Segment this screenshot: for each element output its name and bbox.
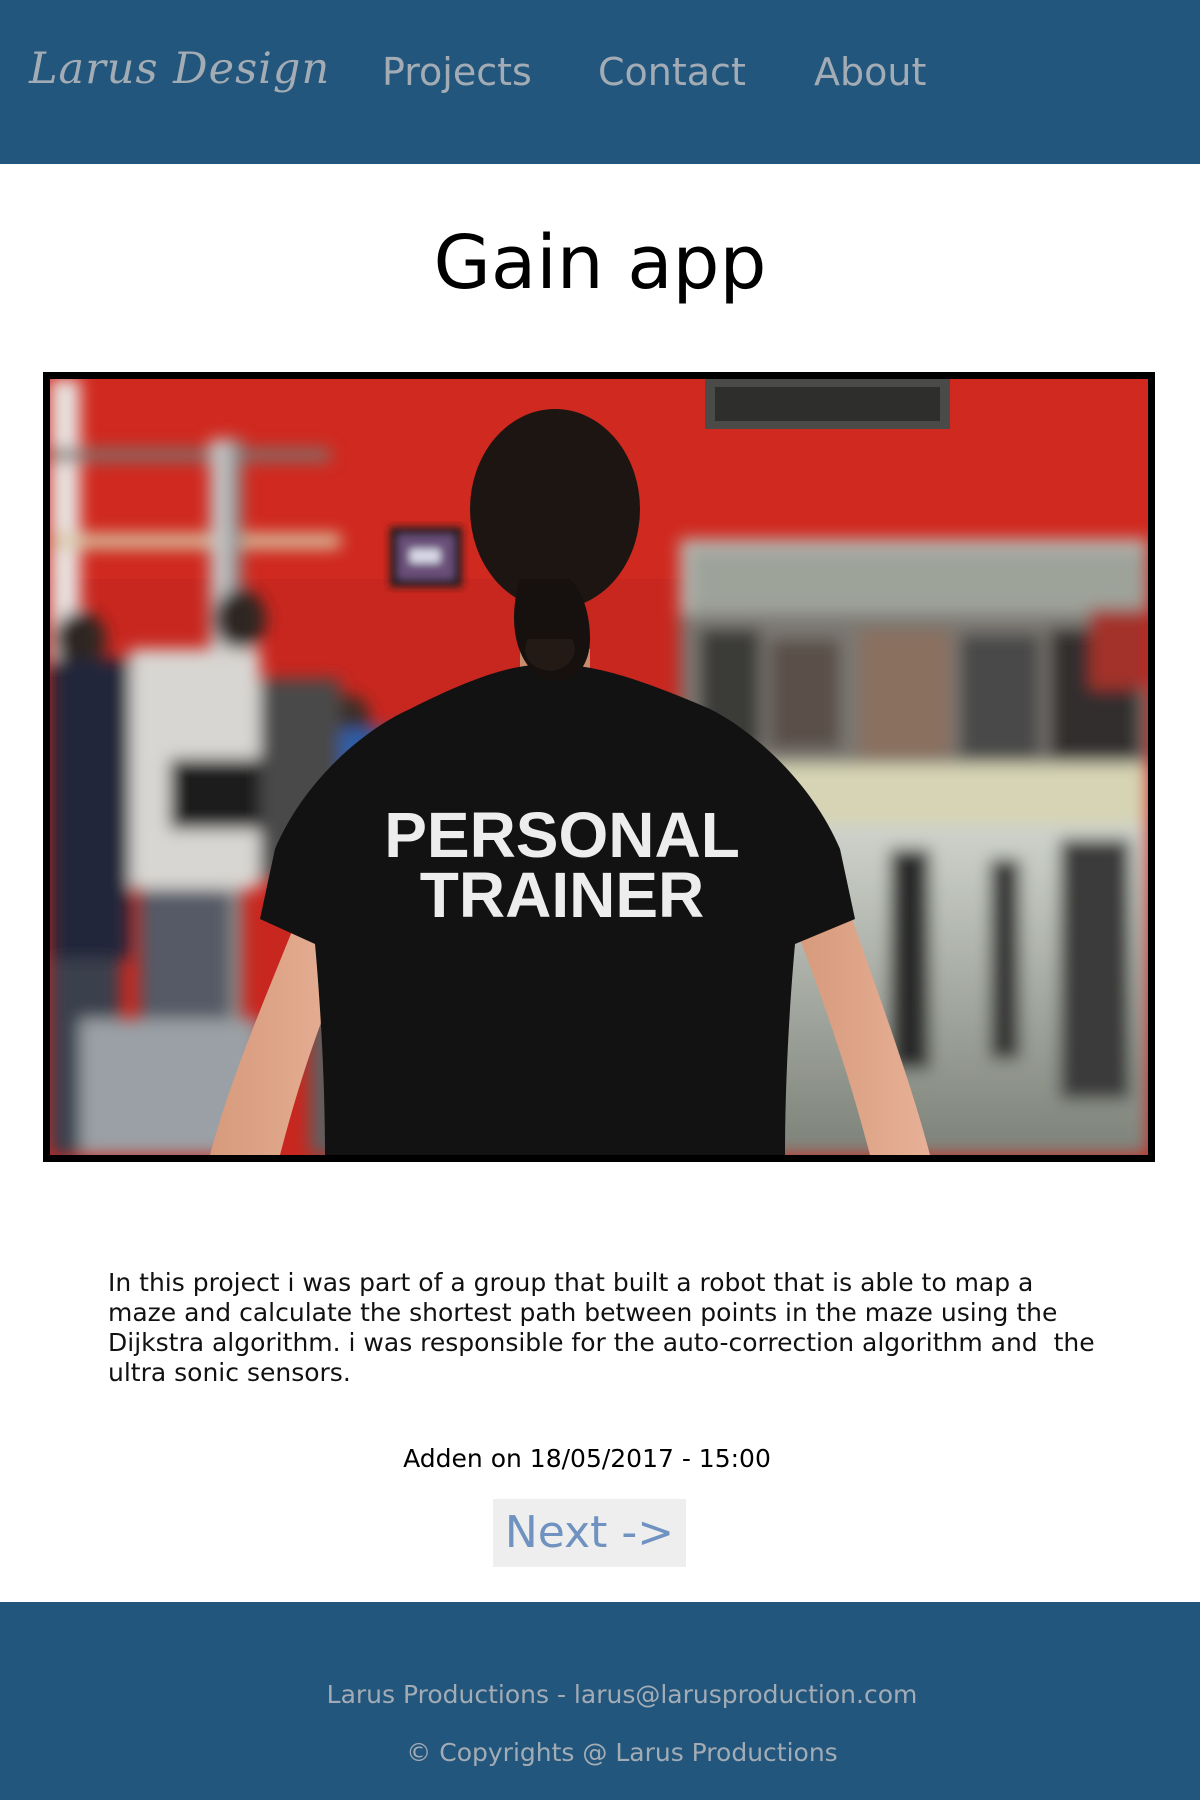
site-header: Larus Design Projects Contact About [0, 0, 1200, 164]
footer-contact: Larus Productions - larus@larusproductio… [326, 1680, 918, 1709]
personal-trainer-photo: PERSONAL TRAINER [50, 379, 1148, 1155]
site-footer: Larus Productions - larus@larusproductio… [0, 1602, 1200, 1800]
site-logo[interactable]: Larus Design [29, 44, 330, 94]
page-title: Gain app [433, 220, 767, 306]
shirt-text-trainer: TRAINER [420, 859, 704, 931]
project-image: PERSONAL TRAINER [43, 372, 1155, 1162]
nav-contact-link[interactable]: Contact [598, 50, 746, 94]
next-button[interactable]: Next -> [493, 1499, 686, 1567]
nav-projects-link[interactable]: Projects [382, 50, 532, 94]
added-timestamp: Adden on 18/05/2017 - 15:00 [403, 1444, 771, 1473]
page: Larus Design Projects Contact About Gain… [0, 0, 1200, 1800]
project-description: In this project i was part of a group th… [108, 1268, 1103, 1387]
footer-copyright: © Copyrights @ Larus Productions [406, 1738, 838, 1767]
nav-about-link[interactable]: About [814, 50, 926, 94]
